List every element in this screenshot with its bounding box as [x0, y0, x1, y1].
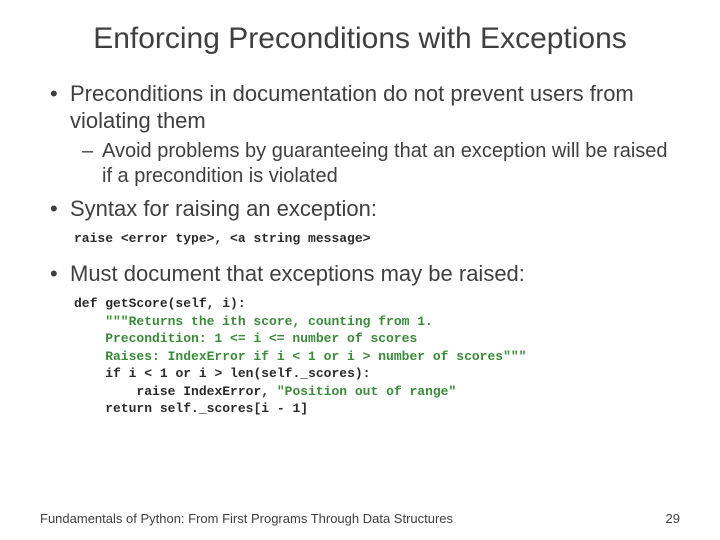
code-string: "Position out of range"	[277, 384, 456, 399]
code-text: getScore(self, i):	[97, 296, 245, 311]
code-syntax: raise <error type>, <a string message>	[70, 228, 680, 250]
code-keyword: raise	[136, 384, 175, 399]
code-docstring: Raises: IndexError if i < 1 or i > numbe…	[74, 349, 526, 364]
code-keyword: raise	[74, 231, 113, 246]
sub-bullet-text: Avoid problems by guaranteeing that an e…	[102, 140, 668, 187]
bullet-item: Preconditions in documentation do not pr…	[40, 80, 680, 189]
bullet-text: Preconditions in documentation do not pr…	[70, 81, 634, 134]
bullet-text: Must document that exceptions may be rai…	[70, 261, 525, 286]
code-keyword: if	[105, 366, 121, 381]
bullet-list: Must document that exceptions may be rai…	[40, 260, 680, 288]
code-example: def getScore(self, i): """Returns the it…	[70, 293, 680, 420]
code-text: i > len(self._scores):	[191, 366, 370, 381]
code-docstring: Precondition: 1 <= i <= number of scores	[74, 331, 417, 346]
footer: Fundamentals of Python: From First Progr…	[40, 511, 680, 526]
code-keyword: def	[74, 296, 97, 311]
slide-title: Enforcing Preconditions with Exceptions	[40, 20, 680, 58]
code-keyword: return	[105, 401, 152, 416]
sub-bullet-item: Avoid problems by guaranteeing that an e…	[70, 139, 680, 189]
sub-bullet-list: Avoid problems by guaranteeing that an e…	[70, 139, 680, 189]
code-text: i < 1	[121, 366, 176, 381]
bullet-item: Must document that exceptions may be rai…	[40, 260, 680, 288]
bullet-item: Syntax for raising an exception:	[40, 195, 680, 223]
slide: Enforcing Preconditions with Exceptions …	[0, 0, 720, 420]
footer-text: Fundamentals of Python: From First Progr…	[40, 511, 453, 526]
code-docstring: """Returns the ith score, counting from …	[74, 314, 433, 329]
bullet-list: Preconditions in documentation do not pr…	[40, 80, 680, 223]
code-text: self._scores[i - 1]	[152, 401, 308, 416]
code-keyword: or	[175, 366, 191, 381]
page-number: 29	[666, 511, 680, 526]
bullet-text: Syntax for raising an exception:	[70, 196, 377, 221]
code-text: <error type>, <a string message>	[113, 231, 370, 246]
code-text: IndexError,	[175, 384, 276, 399]
